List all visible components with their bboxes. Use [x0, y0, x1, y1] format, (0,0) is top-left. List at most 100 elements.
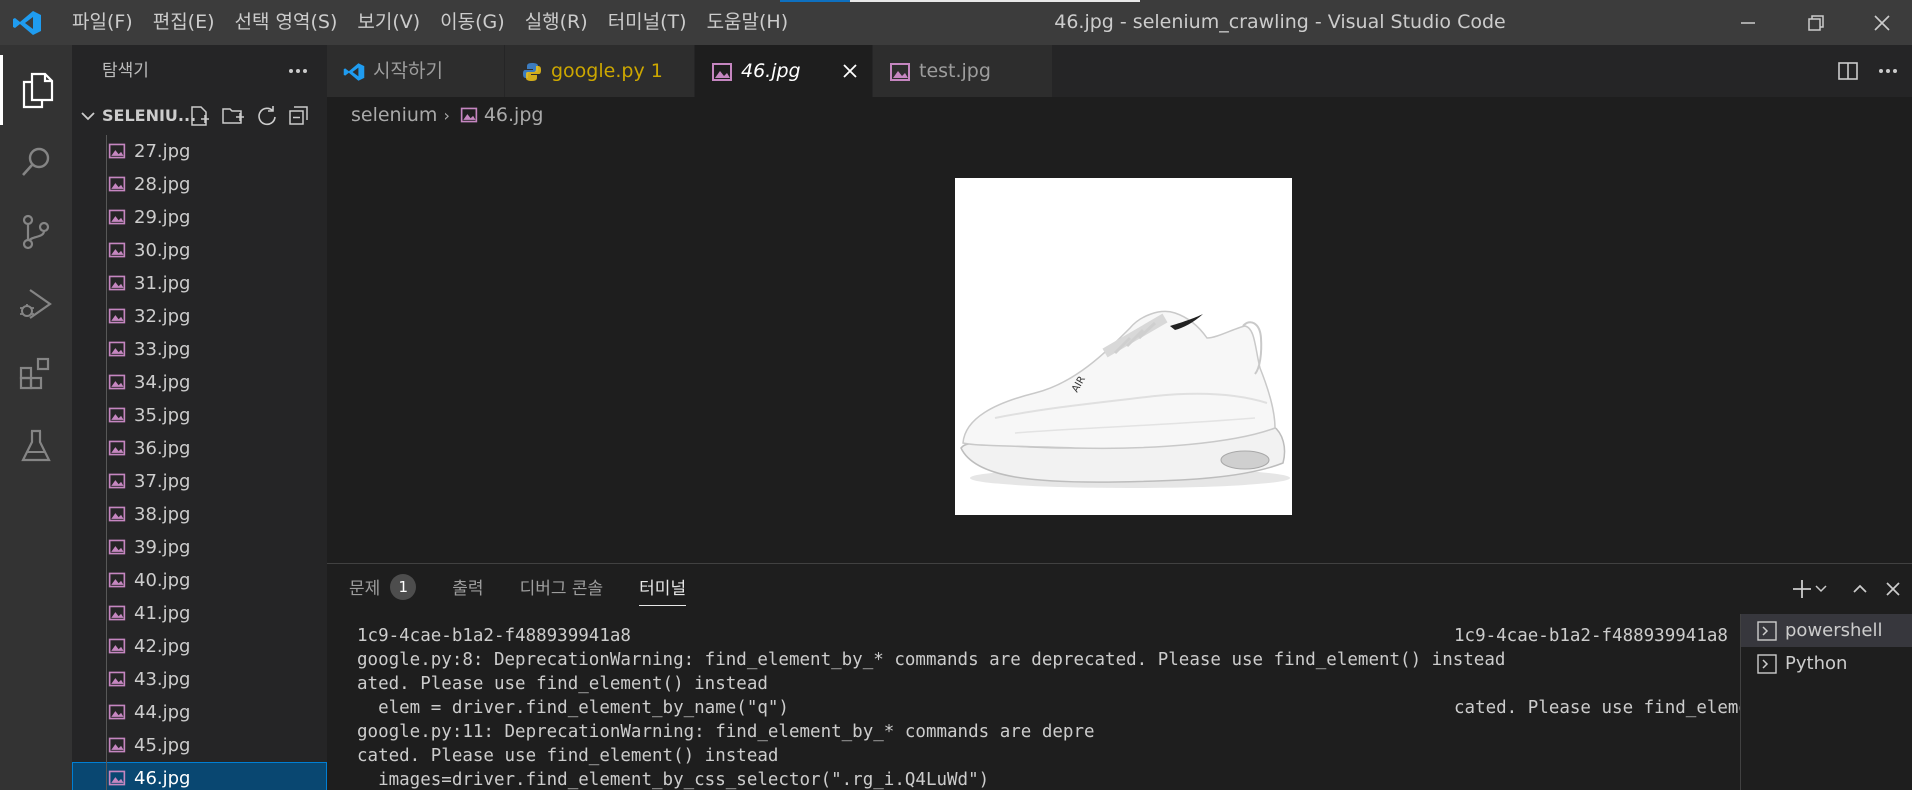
refresh-button[interactable] [254, 103, 280, 129]
folder-header[interactable]: SELENIU... [72, 97, 327, 135]
file-item[interactable]: 44.jpg [72, 696, 327, 729]
tab-label: google.py 1 [551, 60, 663, 82]
image-preview-area: AIR [327, 133, 1912, 563]
file-item[interactable]: 32.jpg [72, 300, 327, 333]
close-panel-button[interactable] [1878, 574, 1908, 604]
tab-close-button[interactable] [838, 59, 862, 83]
split-editor-button[interactable] [1832, 55, 1864, 87]
file-item[interactable]: 42.jpg [72, 630, 327, 663]
file-item[interactable]: 46.jpg [72, 762, 327, 790]
editor-more-button[interactable] [1872, 55, 1904, 87]
chevron-up-icon [1853, 584, 1867, 593]
new-folder-button[interactable] [220, 103, 246, 129]
preview-image[interactable]: AIR [955, 178, 1292, 515]
activity-extensions[interactable] [0, 339, 72, 409]
tab-label: 시작하기 [373, 60, 443, 82]
minimize-button[interactable] [1718, 0, 1778, 45]
tab-debug-console[interactable]: 디버그 콘솔 [520, 564, 604, 614]
menu-view[interactable]: 보기(V) [347, 0, 430, 45]
file-name: 40.jpg [134, 570, 191, 591]
file-item[interactable]: 40.jpg [72, 564, 327, 597]
file-name: 37.jpg [134, 471, 191, 492]
file-item[interactable]: 36.jpg [72, 432, 327, 465]
close-icon [1886, 582, 1900, 596]
breadcrumb-file[interactable]: 46.jpg [484, 104, 544, 126]
file-item[interactable]: 33.jpg [72, 333, 327, 366]
activity-testing[interactable] [0, 411, 72, 481]
tab-test-jpg[interactable]: test.jpg [873, 45, 1053, 97]
terminal-line: google.py:11: DeprecationWarning: find_e… [357, 722, 1095, 742]
menu-terminal[interactable]: 터미널(T) [598, 0, 697, 45]
restore-button[interactable] [1786, 0, 1846, 45]
file-item[interactable]: 35.jpg [72, 399, 327, 432]
image-icon [108, 176, 126, 192]
menu-help[interactable]: 도움말(H) [697, 0, 799, 45]
file-item[interactable]: 31.jpg [72, 267, 327, 300]
run-debug-icon [20, 289, 52, 319]
terminal-item-powershell[interactable]: powershell [1741, 614, 1912, 647]
bottom-panel: 문제 1 출력 디버그 콘솔 터미널 1c9-4cae-b1a2-f4889399… [327, 563, 1912, 790]
explorer-more-button[interactable] [280, 53, 316, 89]
file-item[interactable]: 38.jpg [72, 498, 327, 531]
image-icon [108, 440, 126, 456]
file-item[interactable]: 29.jpg [72, 201, 327, 234]
file-item[interactable]: 45.jpg [72, 729, 327, 762]
file-name: 43.jpg [134, 669, 191, 690]
terminal-line: images=driver.find_element_by_css_select… [357, 770, 990, 790]
editor-tab-bar: 시작하기 google.py 1 46.jpg test.jpg [327, 45, 1912, 97]
file-item[interactable]: 39.jpg [72, 531, 327, 564]
file-item[interactable]: 27.jpg [72, 135, 327, 168]
file-name: 29.jpg [134, 207, 191, 228]
activity-source-control[interactable] [0, 197, 72, 267]
explorer-title: 탐색기 [102, 61, 149, 81]
file-item[interactable]: 37.jpg [72, 465, 327, 498]
terminal-dropdown-button[interactable] [1811, 574, 1831, 604]
file-name: 34.jpg [134, 372, 191, 393]
terminal-line: ated. Please use find_element() instead [357, 674, 768, 694]
tab-terminal[interactable]: 터미널 [639, 564, 686, 614]
activity-explorer[interactable] [0, 55, 72, 125]
menu-selection[interactable]: 선택 영역(S) [225, 0, 348, 45]
terminal-line: cated. Please use find_element() instead [1454, 698, 1740, 718]
file-name: 42.jpg [134, 636, 191, 657]
file-item[interactable]: 43.jpg [72, 663, 327, 696]
collapse-all-button[interactable] [286, 103, 312, 129]
plus-icon [1793, 580, 1811, 598]
title-bar: 파일(F) 편집(E) 선택 영역(S) 보기(V) 이동(G) 실행(R) 터… [0, 0, 1912, 45]
image-icon [108, 605, 126, 621]
more-icon [289, 69, 307, 73]
terminal-line: google.py:8: DeprecationWarning: find_el… [357, 650, 1506, 670]
window-title: 46.jpg - selenium_crawling - Visual Stud… [1054, 11, 1506, 33]
image-icon [108, 770, 126, 786]
problems-count-badge: 1 [390, 574, 417, 600]
file-item[interactable]: 28.jpg [72, 168, 327, 201]
tab-output[interactable]: 출력 [452, 564, 483, 614]
maximize-panel-button[interactable] [1845, 574, 1875, 604]
file-name: 32.jpg [134, 306, 191, 327]
tab-google-py[interactable]: google.py 1 [505, 45, 695, 97]
breadcrumb-folder[interactable]: selenium [351, 104, 437, 126]
terminal-output[interactable]: 1c9-4cae-b1a2-f488939941a8 google.py:8: … [327, 624, 1740, 790]
file-item[interactable]: 41.jpg [72, 597, 327, 630]
file-name: 28.jpg [134, 174, 191, 195]
file-item[interactable]: 34.jpg [72, 366, 327, 399]
menu-bar: 파일(F) 편집(E) 선택 영역(S) 보기(V) 이동(G) 실행(R) 터… [62, 0, 798, 45]
tab-welcome[interactable]: 시작하기 [327, 45, 505, 97]
menu-run[interactable]: 실행(R) [515, 0, 598, 45]
activity-run-debug[interactable] [0, 269, 72, 339]
tab-problems[interactable]: 문제 1 [349, 564, 417, 614]
close-window-button[interactable] [1852, 0, 1912, 45]
menu-file[interactable]: 파일(F) [62, 0, 143, 45]
activity-search[interactable] [0, 127, 72, 197]
tab-label: test.jpg [919, 60, 991, 82]
tab-46-jpg[interactable]: 46.jpg [695, 45, 873, 97]
menu-edit[interactable]: 편집(E) [143, 0, 225, 45]
image-icon [108, 143, 126, 159]
new-file-button[interactable] [186, 103, 212, 129]
file-name: 30.jpg [134, 240, 191, 261]
menu-go[interactable]: 이동(G) [430, 0, 515, 45]
terminal-item-python[interactable]: Python [1741, 647, 1912, 680]
breadcrumb: selenium › 46.jpg [327, 97, 1912, 133]
file-item[interactable]: 30.jpg [72, 234, 327, 267]
tab-problems-label: 문제 [349, 579, 381, 599]
